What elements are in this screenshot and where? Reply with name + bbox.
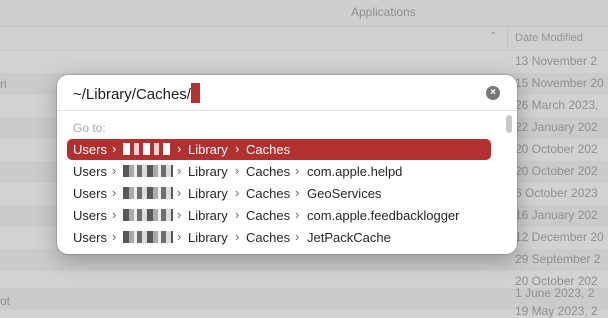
suggestion-item[interactable]: Users › › Library › Caches › com.apple.f… [67,205,491,226]
chevron-right-icon: › [177,141,182,156]
redacted-username [123,187,173,199]
chevron-right-icon: › [295,207,300,222]
suggestion-item[interactable]: Users › › Library › Caches › GeoServices [67,183,491,204]
suggestion-item[interactable]: Users › › Library › Caches › com.apple.h… [67,161,491,182]
chevron-right-icon: › [112,163,117,178]
date-cell: 20 October 202 [515,142,598,156]
library-segment: Library [188,164,228,179]
chevron-right-icon: › [112,207,117,222]
chevron-right-icon: › [112,141,117,156]
caches-segment: Caches [246,164,291,179]
date-cell: 26 March 2023, [515,98,599,112]
folder-leaf: JetPackCache [307,230,391,245]
users-segment: Users [73,208,107,223]
date-cell: 29 September 2 [515,252,601,266]
date-cell: 15 November 20 [515,76,604,90]
chevron-right-icon: › [235,141,240,156]
chevron-right-icon: › [177,185,182,200]
caches-segment: Caches [246,142,291,157]
users-segment: Users [73,164,107,179]
date-cell: 19 May 2023, 2 [515,304,598,318]
date-cell: 22 January 202 [515,120,598,134]
file-row[interactable]: ot 1 June 2023, 2 19 May 2023, 2 [0,286,608,318]
file-name-fragment: ri [0,77,7,91]
file-row[interactable]: 13 November 2 [0,51,608,73]
caches-segment: Caches [246,230,291,245]
chevron-right-icon: › [177,163,182,178]
chevron-right-icon: › [235,163,240,178]
redacted-username [123,231,173,243]
go-to-folder-dialog: ~/Library/Caches/ × Go to: Users › › Lib… [57,75,517,254]
chevron-right-icon: › [177,207,182,222]
file-name-fragment: ot [0,294,11,308]
date-cell: 20 October 202 [515,164,598,178]
caches-segment: Caches [246,186,291,201]
folder-leaf: com.apple.helpd [307,164,403,179]
date-cell: 6 October 2023 [515,186,598,200]
date-cell: 16 January 202 [515,208,598,222]
users-segment: Users [73,186,107,201]
users-segment: Users [73,230,107,245]
chevron-right-icon: › [235,207,240,222]
users-segment: Users [73,142,107,157]
library-segment: Library [188,230,228,245]
scrollbar-thumb[interactable] [506,115,512,133]
library-segment: Library [188,142,228,157]
chevron-right-icon: › [177,229,182,244]
chevron-right-icon: › [112,229,117,244]
path-input[interactable]: ~/Library/Caches/ [73,83,200,103]
chevron-right-icon: › [235,229,240,244]
date-cell: 13 November 2 [515,54,598,68]
text-caret [190,83,200,103]
sort-chevron-icon[interactable]: ⌃ [489,31,497,42]
library-segment: Library [188,208,228,223]
date-modified-header[interactable]: Date Modified [515,32,583,44]
suggestion-item[interactable]: Users › › Library › Caches › JetPackCach… [67,227,491,248]
go-to-label: Go to: [73,121,106,135]
date-cell: 1 June 2023, 2 [515,286,595,300]
column-divider [507,30,508,47]
finder-titlebar: Applications [0,0,608,27]
redacted-username [123,209,173,221]
column-header-bar: ⌃ Date Modified [0,27,608,51]
clear-icon[interactable]: × [486,86,500,100]
chevron-right-icon: › [235,185,240,200]
chevron-right-icon: › [295,229,300,244]
suggestion-item[interactable]: Users › › Library › Caches [67,139,491,160]
chevron-right-icon: › [295,185,300,200]
path-text: ~/Library/Caches/ [73,86,191,103]
date-cell: 12 December 20 [515,230,604,244]
folder-leaf: GeoServices [307,186,382,201]
chevron-right-icon: › [295,163,300,178]
library-segment: Library [188,186,228,201]
path-field-row: ~/Library/Caches/ × [57,75,517,111]
redacted-username [123,165,173,177]
redacted-username [123,143,173,155]
window-title: Applications [351,5,416,19]
chevron-right-icon: › [112,185,117,200]
caches-segment: Caches [246,208,291,223]
folder-leaf: com.apple.feedbacklogger [307,208,460,223]
